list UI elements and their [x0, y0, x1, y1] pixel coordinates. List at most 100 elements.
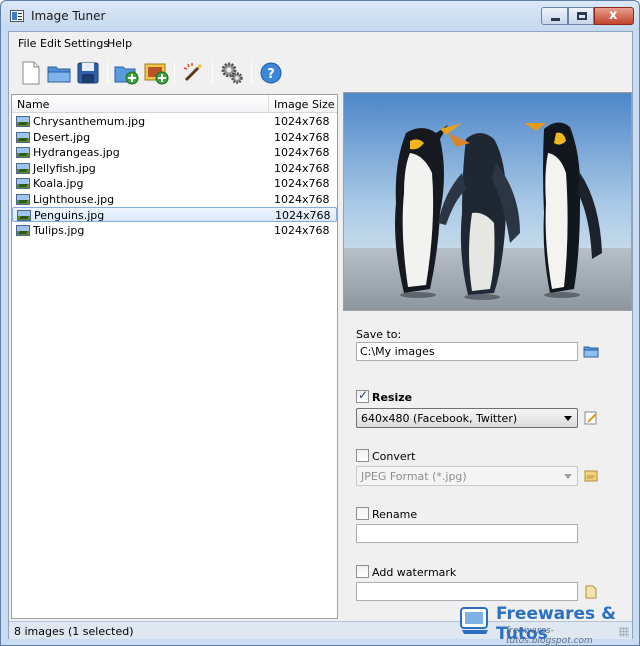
file-name: Lighthouse.jpg: [33, 192, 115, 206]
open-button[interactable]: [46, 60, 72, 86]
list-item[interactable]: Desert.jpg 1024x768: [12, 130, 337, 145]
process-wand-icon: [183, 63, 203, 82]
add-folder-icon: [114, 66, 139, 85]
image-file-icon: [16, 178, 30, 189]
minimize-button[interactable]: [541, 7, 568, 25]
toolbar-separator: [212, 62, 213, 84]
image-file-icon: [16, 147, 30, 158]
convert-options-button[interactable]: [583, 469, 599, 483]
convert-select[interactable]: JPEG Format (*.jpg): [356, 466, 578, 486]
save-icon: [77, 62, 99, 84]
file-name: Koala.jpg: [33, 177, 84, 190]
options-panel: Save to: C:\My images Resize 640x480 (Fa…: [341, 314, 632, 619]
add-folder-button[interactable]: [113, 60, 139, 86]
resize-select-value: 640x480 (Facebook, Twitter): [361, 412, 518, 425]
resize-checkbox[interactable]: [356, 388, 369, 403]
watermark-label: Add watermark: [372, 566, 457, 579]
svg-text:?: ?: [267, 67, 275, 82]
file-name: Penguins.jpg: [34, 209, 105, 222]
watermark-url: freewares-tutos.blogspot.com: [506, 626, 593, 646]
file-size: 1024x768: [275, 209, 331, 222]
watermark-browse-button[interactable]: [583, 585, 599, 599]
file-name: Chrysanthemum.jpg: [33, 115, 146, 128]
list-item[interactable]: Chrysanthemum.jpg 1024x768: [12, 114, 337, 129]
column-divider[interactable]: [268, 95, 269, 113]
settings-gears-icon: [221, 62, 243, 84]
menu-settings[interactable]: Settings: [64, 37, 109, 50]
convert-checkbox[interactable]: [356, 449, 369, 462]
rename-field[interactable]: [356, 524, 578, 543]
help-icon: ?: [260, 62, 282, 84]
file-name: Desert.jpg: [33, 130, 91, 144]
image-file-icon: [17, 210, 31, 221]
list-item[interactable]: Koala.jpg 1024x768: [12, 176, 337, 191]
file-size: 1024x768: [274, 130, 330, 144]
process-button[interactable]: [180, 60, 206, 86]
file-list[interactable]: Name Image Size Chrysanthemum.jpg 1024x76…: [11, 94, 338, 619]
file-size: 1024x768: [274, 177, 330, 190]
toolbar-separator: [251, 62, 252, 84]
watermark-logo: Freewares & Tutos freewares-tutos.blogsp…: [458, 604, 636, 646]
menu-bar: File Edit Settings Help: [9, 32, 632, 54]
window-title: Image Tuner: [31, 9, 106, 23]
client-area: File Edit Settings Help ? Name Image Siz…: [8, 31, 633, 639]
convert-label: Convert: [372, 450, 416, 463]
image-file-icon: [16, 224, 30, 236]
list-item[interactable]: Tulips.jpg 1024x768: [12, 223, 337, 238]
menu-file[interactable]: File: [18, 37, 36, 50]
close-button[interactable]: x: [594, 7, 634, 25]
list-item[interactable]: Lighthouse.jpg 1024x768: [12, 192, 337, 207]
watermark-field[interactable]: [356, 582, 578, 601]
minimize-icon: [551, 18, 560, 21]
file-name: Tulips.jpg: [33, 223, 85, 237]
column-header-size[interactable]: Image Size: [274, 98, 335, 111]
add-image-button[interactable]: [143, 60, 169, 86]
title-bar[interactable]: Image Tuner x: [1, 1, 639, 31]
list-item[interactable]: Penguins.jpg 1024x768: [12, 207, 337, 222]
settings-button[interactable]: [219, 60, 245, 86]
column-header-name[interactable]: Name: [17, 98, 49, 111]
image-file-icon: [16, 162, 30, 174]
help-button[interactable]: ?: [258, 60, 284, 86]
image-preview: [343, 92, 632, 311]
menu-help[interactable]: Help: [107, 37, 132, 50]
edit-resize-button[interactable]: [583, 411, 599, 425]
open-file-icon: [585, 585, 597, 599]
rename-label: Rename: [372, 508, 418, 521]
browse-folder-button[interactable]: [583, 344, 599, 358]
file-size: 1024x768: [274, 192, 330, 206]
toolbar-separator: [107, 62, 108, 84]
new-file-icon: [22, 61, 40, 85]
chevron-down-icon: [564, 416, 572, 421]
save-to-field[interactable]: C:\My images: [356, 342, 578, 361]
file-size: 1024x768: [274, 146, 330, 159]
save-to-label: Save to:: [356, 328, 402, 341]
open-folder-icon: [47, 66, 71, 83]
convert-select-value: JPEG Format (*.jpg): [361, 470, 467, 483]
save-button[interactable]: [75, 60, 101, 86]
toolbar: ?: [9, 56, 632, 90]
status-text: 8 images (1 selected): [14, 625, 134, 638]
file-size: 1024x768: [274, 115, 330, 128]
resize-select[interactable]: 640x480 (Facebook, Twitter): [356, 408, 578, 428]
new-file-button[interactable]: [17, 60, 43, 86]
image-file-icon: [16, 116, 30, 127]
watermark-checkbox[interactable]: [356, 565, 369, 578]
menu-edit[interactable]: Edit: [40, 37, 61, 50]
list-item[interactable]: Hydrangeas.jpg 1024x768: [12, 145, 337, 160]
list-header: Name Image Size: [12, 95, 337, 113]
list-item[interactable]: Jellyfish.jpg 1024x768: [12, 161, 337, 176]
file-size: 1024x768: [274, 161, 330, 175]
image-file-icon: [16, 193, 30, 205]
file-size: 1024x768: [274, 223, 330, 237]
rename-checkbox[interactable]: [356, 507, 369, 520]
penguins-image: [344, 93, 631, 310]
maximize-button[interactable]: [568, 7, 594, 25]
close-icon: x: [609, 8, 618, 23]
watermark-logo-icon: [460, 607, 488, 634]
image-file-icon: [16, 131, 30, 143]
edit-note-icon: [584, 411, 597, 425]
format-options-icon: [584, 470, 598, 482]
app-icon: [10, 10, 24, 22]
resize-label: Resize: [372, 391, 413, 404]
